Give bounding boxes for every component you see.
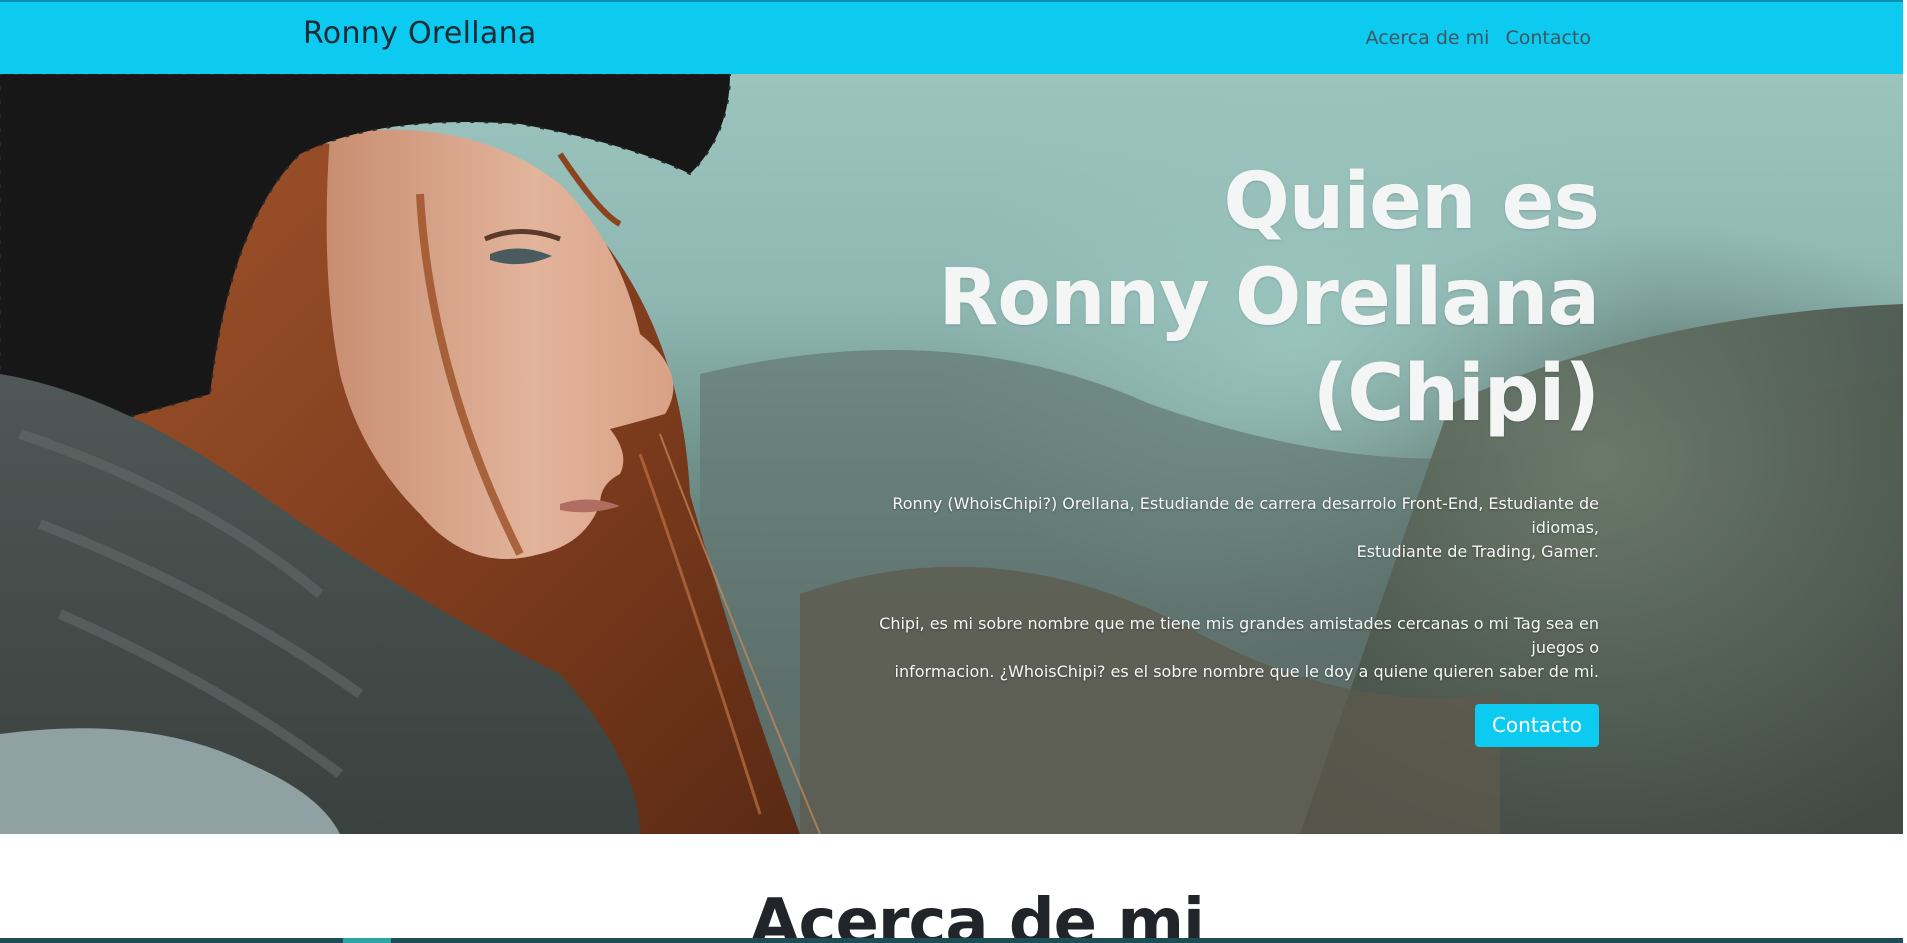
hero-section: Quien es Ronny Orellana (Chipi) Ronny (W… <box>0 74 1903 834</box>
hero-title-line2: Ronny Orellana <box>938 253 1600 343</box>
about-title: Acerca de mi <box>750 886 1205 943</box>
hero-paragraph-1-line2: Estudiante de Trading, Gamer. <box>1356 542 1599 561</box>
taskbar-strip <box>0 938 1903 943</box>
hero-paragraph-2-line2: informacion. ¿WhoisChipi? es el sobre no… <box>894 662 1599 681</box>
taskbar-active-indicator <box>343 938 391 943</box>
scrollbar-track[interactable] <box>1903 0 1907 943</box>
nav-link-acerca[interactable]: Acerca de mi <box>1366 27 1490 49</box>
hero-paragraph-2: Chipi, es mi sobre nombre que me tiene m… <box>839 612 1599 684</box>
hero-paragraph-2-line1: Chipi, es mi sobre nombre que me tiene m… <box>879 614 1599 657</box>
contacto-button[interactable]: Contacto <box>1474 704 1599 747</box>
nav-link-contacto[interactable]: Contacto <box>1505 27 1591 49</box>
page: Ronny Orellana Acerca de mi Contacto Qui… <box>0 0 1907 943</box>
hero-title-line3: (Chipi) <box>1312 349 1600 439</box>
hero-title: Quien es Ronny Orellana (Chipi) <box>839 154 1600 442</box>
nav-links: Acerca de mi Contacto <box>1366 27 1591 49</box>
hero-content: Quien es Ronny Orellana (Chipi) Ronny (W… <box>839 154 1600 747</box>
about-section: Acerca de mi <box>0 834 1903 943</box>
navbar: Ronny Orellana Acerca de mi Contacto <box>0 0 1903 74</box>
hero-title-line1: Quien es <box>1223 157 1600 247</box>
hero-paragraph-1-line1: Ronny (WhoisChipi?) Orellana, Estudiande… <box>892 494 1599 537</box>
hero-paragraph-1: Ronny (WhoisChipi?) Orellana, Estudiande… <box>839 492 1599 564</box>
brand-link[interactable]: Ronny Orellana <box>303 16 537 51</box>
